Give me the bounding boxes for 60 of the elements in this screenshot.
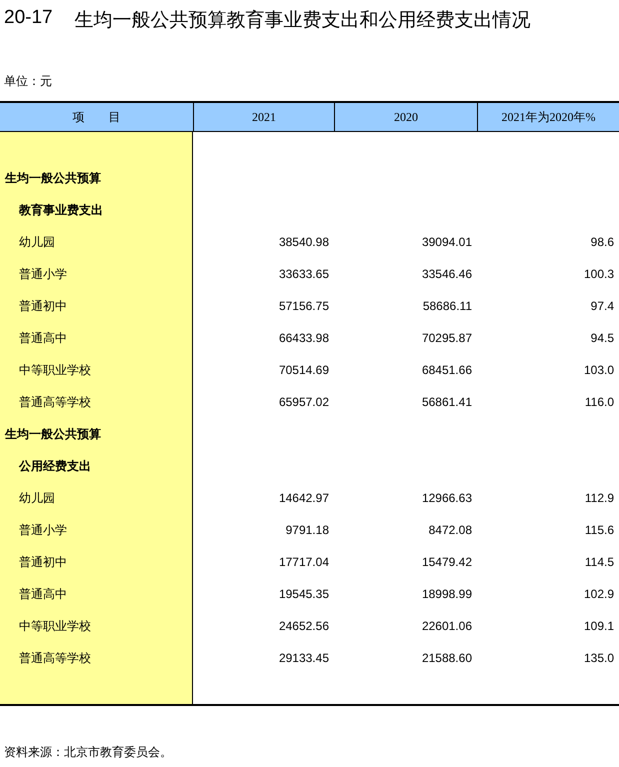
table-cell: 98.6 bbox=[590, 235, 614, 249]
table-cell: 115.6 bbox=[584, 523, 614, 537]
row-label: 中等职业学校 bbox=[19, 362, 91, 378]
table-cell: 102.9 bbox=[584, 587, 614, 601]
table-cell: 116.0 bbox=[584, 395, 614, 409]
table-cell: 70295.87 bbox=[422, 331, 472, 345]
column-header: 2021年为2020年% bbox=[477, 103, 619, 132]
table-cell: 65957.02 bbox=[278, 395, 329, 409]
table-title: 生均一般公共预算教育事业费支出和公用经费支出情况 bbox=[74, 8, 531, 33]
table-cell: 70514.69 bbox=[278, 363, 329, 377]
row-label: 教育事业费支出 bbox=[19, 202, 103, 218]
table-cell: 29133.45 bbox=[278, 651, 329, 665]
table-cell: 33546.46 bbox=[422, 267, 472, 281]
table-number: 20-17 bbox=[4, 7, 53, 30]
row-label: 普通高中 bbox=[19, 330, 67, 346]
table-cell: 21588.60 bbox=[422, 651, 472, 665]
table-cell: 39094.01 bbox=[422, 235, 472, 249]
table-cell: 66433.98 bbox=[278, 331, 329, 345]
table-cell: 38540.98 bbox=[278, 235, 329, 249]
row-label: 生均一般公共预算 bbox=[5, 170, 101, 186]
row-label: 中等职业学校 bbox=[19, 618, 91, 634]
table-cell: 94.5 bbox=[590, 331, 614, 345]
table-cell: 17717.04 bbox=[278, 555, 329, 569]
unit-label: 单位：元 bbox=[4, 74, 52, 88]
column-header: 2020 bbox=[334, 103, 477, 132]
table-cell: 33633.65 bbox=[278, 267, 329, 281]
table-cell: 100.3 bbox=[584, 267, 614, 281]
table-cell: 15479.42 bbox=[422, 555, 472, 569]
table-cell: 24652.56 bbox=[278, 619, 329, 633]
table-cell: 8472.08 bbox=[428, 523, 472, 537]
row-label: 普通小学 bbox=[19, 522, 67, 538]
row-label: 幼儿园 bbox=[19, 490, 55, 506]
column-header: 2021 bbox=[193, 103, 334, 132]
row-label: 普通初中 bbox=[19, 554, 67, 570]
table-cell: 12966.63 bbox=[422, 491, 472, 505]
source-note: 资料来源：北京市教育委员会。 bbox=[4, 745, 172, 759]
table-cell: 135.0 bbox=[584, 651, 614, 665]
table-cell: 22601.06 bbox=[422, 619, 472, 633]
table-cell: 57156.75 bbox=[278, 299, 329, 313]
column-header: 项 目 bbox=[0, 103, 193, 132]
row-label: 幼儿园 bbox=[19, 234, 55, 250]
table-cell: 103.0 bbox=[584, 363, 614, 377]
row-label: 生均一般公共预算 bbox=[5, 426, 101, 442]
row-label: 公用经费支出 bbox=[19, 458, 91, 474]
table-cell: 18998.99 bbox=[422, 587, 472, 601]
table-cell: 14642.97 bbox=[278, 491, 329, 505]
row-label: 普通初中 bbox=[19, 298, 67, 314]
row-label: 普通高等学校 bbox=[19, 650, 91, 666]
table-cell: 56861.41 bbox=[422, 395, 472, 409]
row-label: 普通小学 bbox=[19, 266, 67, 282]
table-cell: 97.4 bbox=[590, 299, 614, 313]
table-cell: 68451.66 bbox=[422, 363, 472, 377]
table-cell: 114.5 bbox=[584, 555, 614, 569]
table-cell: 109.1 bbox=[584, 619, 614, 633]
table-cell: 19545.35 bbox=[278, 587, 329, 601]
row-label: 普通高中 bbox=[19, 586, 67, 602]
row-label: 普通高等学校 bbox=[19, 394, 91, 410]
table-cell: 112.9 bbox=[584, 491, 614, 505]
table-cell: 9791.18 bbox=[286, 523, 329, 537]
table-cell: 58686.11 bbox=[422, 299, 472, 313]
